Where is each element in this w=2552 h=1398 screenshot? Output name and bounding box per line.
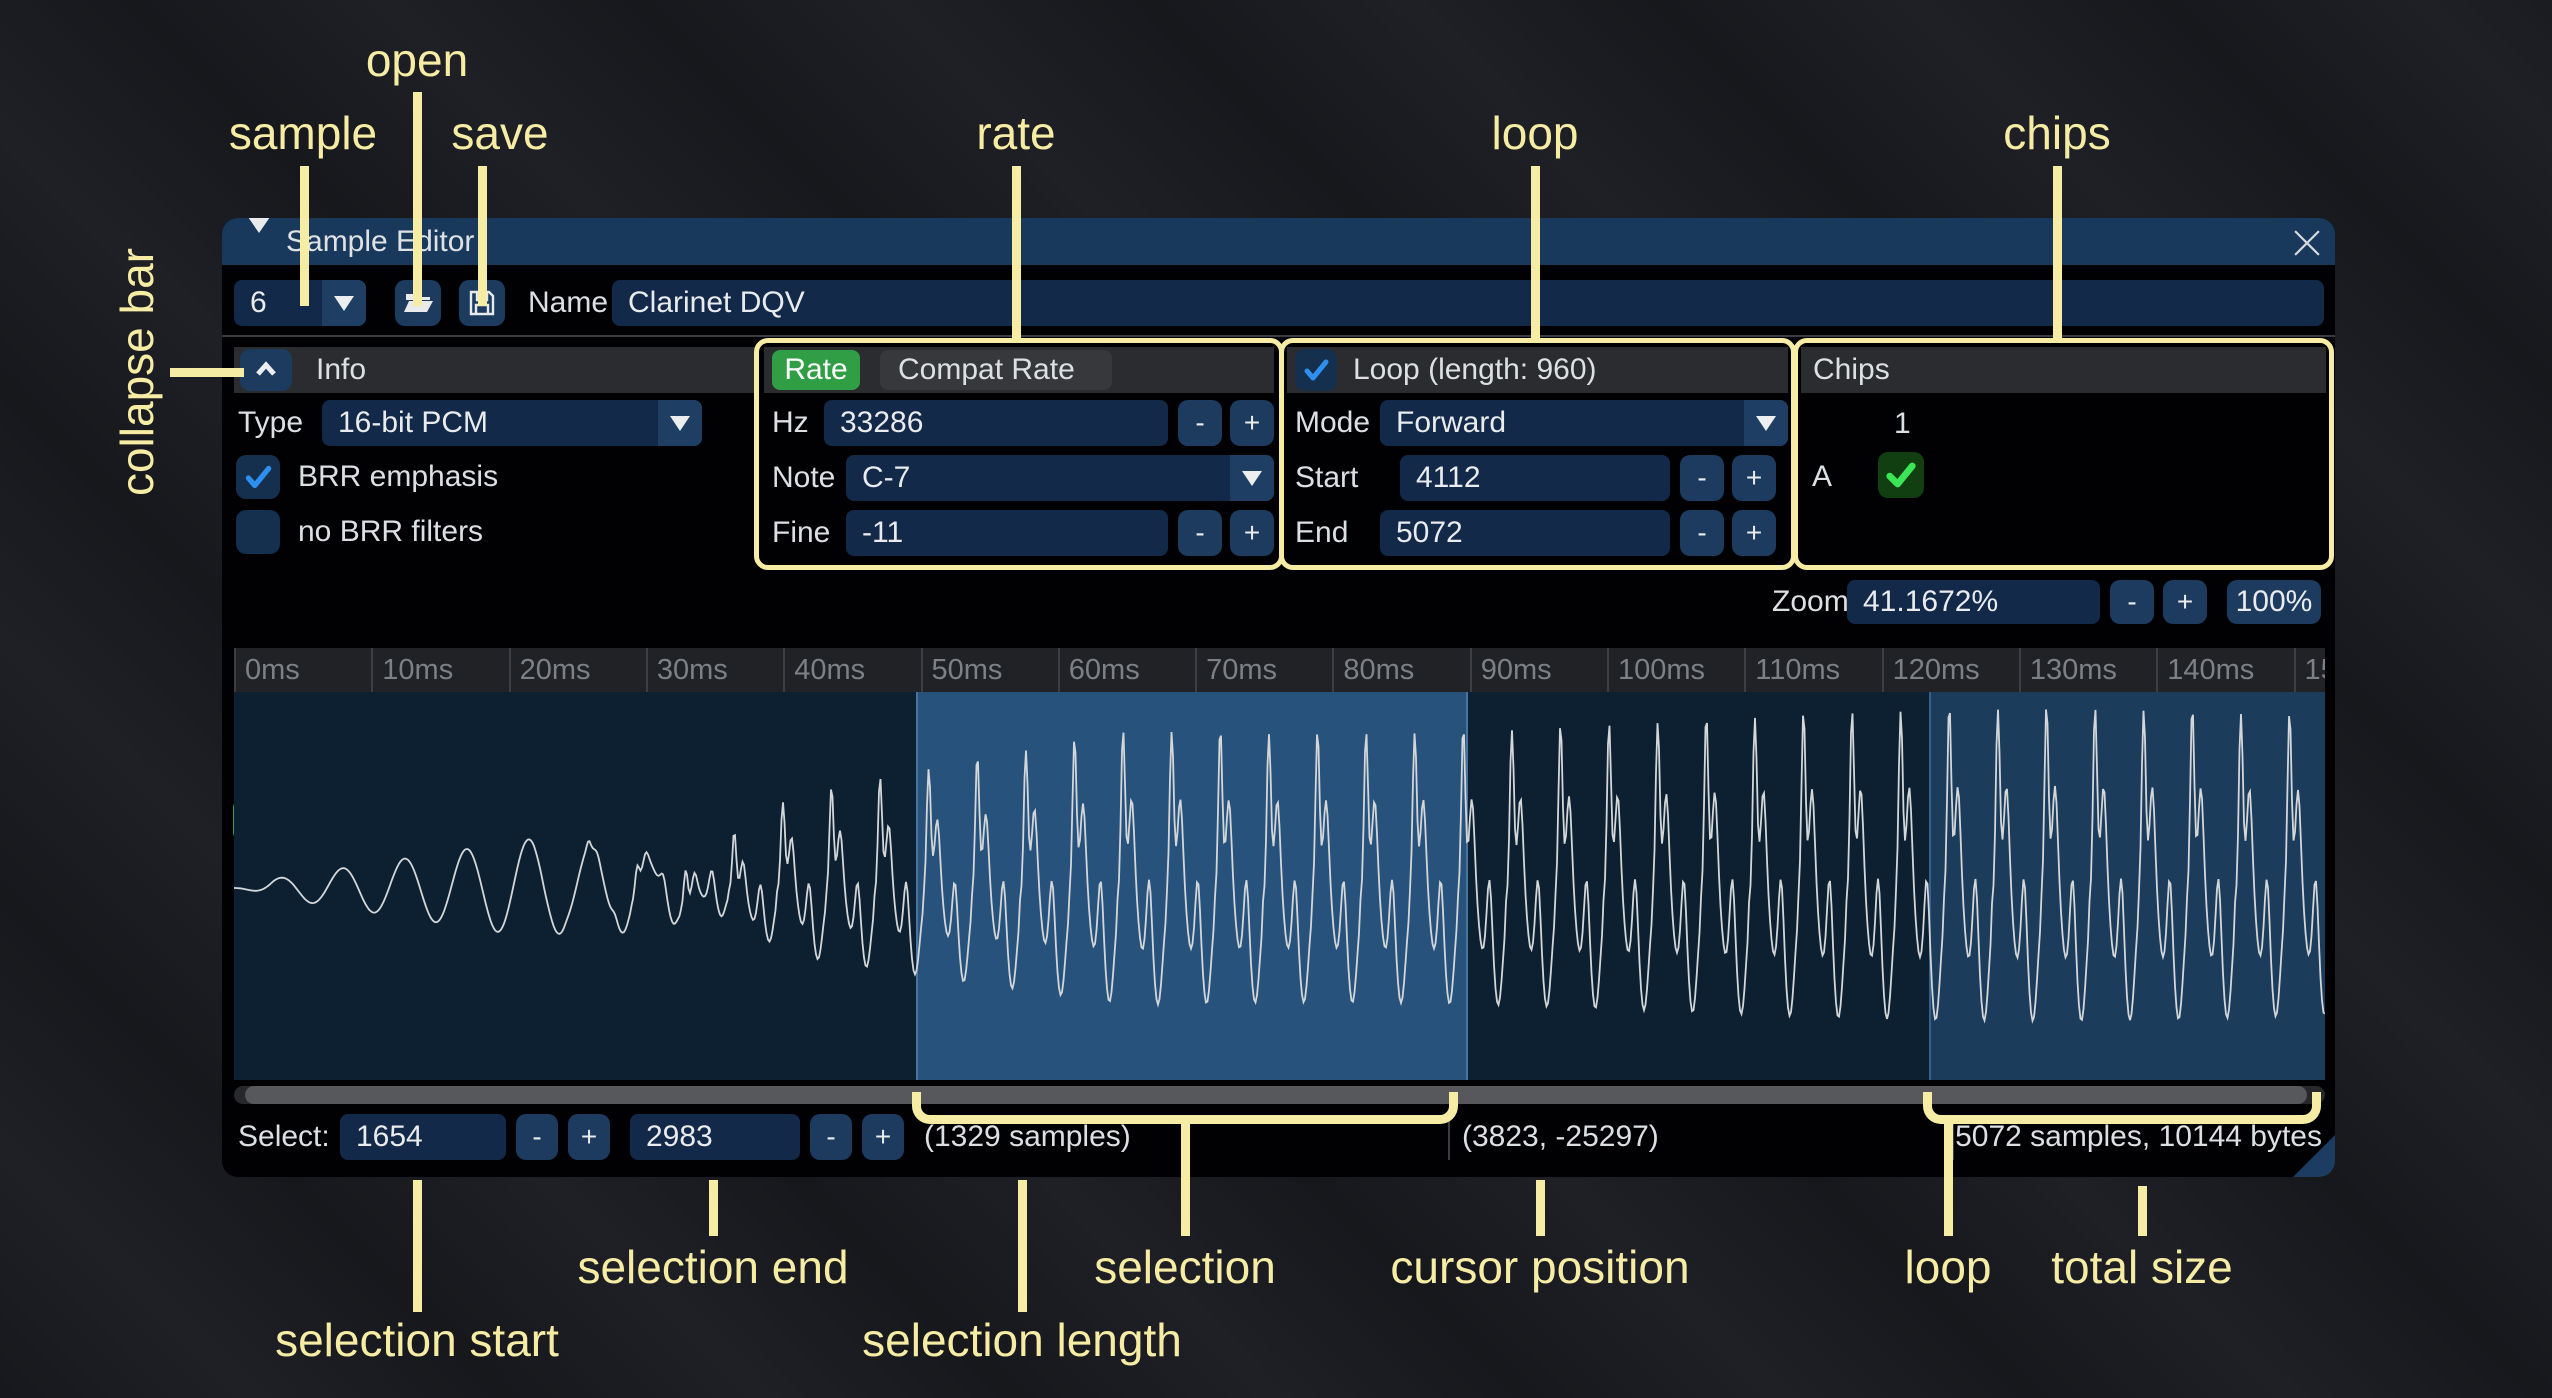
selection-start-input[interactable]: 1654 bbox=[340, 1114, 506, 1160]
ruler-tick: 110ms bbox=[1744, 648, 1840, 692]
annotation-line-rate bbox=[1012, 166, 1021, 342]
select-label: Select: bbox=[238, 1112, 330, 1162]
divider bbox=[1448, 1116, 1450, 1160]
annotation-total-size: total size bbox=[2051, 1240, 2233, 1294]
ruler-tick: 40ms bbox=[783, 648, 865, 692]
collapse-bar-button[interactable] bbox=[240, 349, 292, 391]
annotation-selection-end: selection end bbox=[577, 1240, 848, 1294]
annotation-loop-bottom: loop bbox=[1905, 1240, 1992, 1294]
annotation-line-collapse-bar bbox=[170, 368, 244, 377]
sample-selector-value: 6 bbox=[234, 280, 283, 326]
annotation-line-total-size bbox=[2138, 1186, 2147, 1236]
annotation-open: open bbox=[366, 33, 468, 87]
annotation-collapse-bar: collapse bar bbox=[110, 248, 164, 496]
sample-type-value: 16-bit PCM bbox=[322, 400, 504, 446]
rate-highlight-box bbox=[754, 338, 1284, 570]
annotation-selection-start: selection start bbox=[275, 1313, 559, 1367]
selection-start-minus-button[interactable]: - bbox=[516, 1114, 558, 1160]
zoom-input[interactable]: 41.1672% bbox=[1847, 580, 2100, 624]
info-panel-title: Info bbox=[316, 353, 366, 387]
selection-end-value: 2983 bbox=[646, 1120, 713, 1154]
annotation-line-loop-bottom bbox=[1944, 1122, 1953, 1236]
annotation-cursor-position: cursor position bbox=[1390, 1240, 1689, 1294]
ruler-tick: 0ms bbox=[234, 648, 300, 692]
annotation-sample: sample bbox=[229, 106, 377, 160]
annotation-rate: rate bbox=[976, 106, 1055, 160]
name-input-value: Clarinet DQV bbox=[628, 286, 805, 320]
annotation-line-sample bbox=[300, 166, 309, 306]
chevron-down-icon[interactable] bbox=[322, 280, 366, 326]
window-titlebar[interactable]: Sample Editor bbox=[222, 218, 2335, 265]
cursor-position-text: (3823, -25297) bbox=[1462, 1112, 1659, 1162]
ruler-tick: 30ms bbox=[646, 648, 728, 692]
name-input[interactable]: Clarinet DQV bbox=[612, 280, 2324, 326]
no-brr-filters-label: no BRR filters bbox=[298, 510, 483, 554]
ruler-tick: 150ms bbox=[2294, 648, 2326, 692]
name-label: Name bbox=[528, 280, 608, 326]
selection-end-minus-button[interactable]: - bbox=[810, 1114, 852, 1160]
brr-emphasis-checkbox[interactable] bbox=[236, 455, 280, 499]
divider bbox=[222, 335, 2335, 337]
sample-type-select[interactable]: 16-bit PCM bbox=[322, 400, 702, 446]
window-collapse-icon[interactable] bbox=[248, 233, 270, 251]
chips-highlight-box bbox=[1793, 338, 2334, 570]
chevron-down-icon[interactable] bbox=[658, 400, 702, 446]
selection-end-input[interactable]: 2983 bbox=[630, 1114, 800, 1160]
annotation-line-cursor-position bbox=[1536, 1180, 1545, 1236]
ruler-tick: 20ms bbox=[509, 648, 591, 692]
chevron-up-icon bbox=[250, 354, 282, 386]
annotation-selection: selection bbox=[1094, 1240, 1276, 1294]
annotation-line-save bbox=[478, 166, 487, 306]
waveform-trace bbox=[234, 692, 2325, 1080]
type-label: Type bbox=[238, 400, 303, 446]
page-background: Sample Editor 6 Name Clarinet DQV Info T… bbox=[0, 0, 2552, 1398]
zoom-reset-button[interactable]: 100% bbox=[2227, 580, 2321, 624]
annotation-line-chips bbox=[2053, 166, 2062, 342]
loop-highlight-box bbox=[1279, 338, 1796, 570]
ruler-tick: 10ms bbox=[371, 648, 453, 692]
check-icon bbox=[241, 460, 275, 494]
ruler-tick: 130ms bbox=[2019, 648, 2117, 692]
annotation-bracket-selection bbox=[912, 1092, 1458, 1124]
ruler-tick: 100ms bbox=[1607, 648, 1705, 692]
ruler[interactable]: 0ms 10ms 20ms 30ms 40ms 50ms 60ms 70ms 80ms 90ms 1… bbox=[234, 648, 2325, 692]
info-panel-header: Info bbox=[234, 347, 757, 393]
annotation-save: save bbox=[451, 106, 548, 160]
zoom-in-button[interactable]: + bbox=[2163, 580, 2207, 624]
annotation-line-selection-start bbox=[413, 1180, 422, 1312]
annotation-line-selection-end bbox=[709, 1180, 718, 1236]
ruler-tick: 140ms bbox=[2156, 648, 2254, 692]
annotation-selection-length: selection length bbox=[862, 1313, 1182, 1367]
zoom-label: Zoom bbox=[1772, 580, 1849, 624]
annotation-bracket-loop bbox=[1923, 1092, 2321, 1124]
selection-start-value: 1654 bbox=[356, 1120, 423, 1154]
ruler-tick: 50ms bbox=[921, 648, 1003, 692]
ruler-tick: 120ms bbox=[1882, 648, 1980, 692]
ruler-tick: 80ms bbox=[1332, 648, 1414, 692]
zoom-value: 41.1672% bbox=[1863, 585, 1998, 619]
annotation-line-selection-length bbox=[1018, 1180, 1027, 1312]
close-icon[interactable] bbox=[2294, 230, 2320, 256]
ruler-tick: 60ms bbox=[1058, 648, 1140, 692]
waveform-view[interactable] bbox=[234, 692, 2325, 1080]
annotation-loop-top: loop bbox=[1492, 106, 1579, 160]
annotation-line-loop-top bbox=[1531, 166, 1540, 342]
ruler-tick: 90ms bbox=[1470, 648, 1552, 692]
selection-end-plus-button[interactable]: + bbox=[862, 1114, 904, 1160]
annotation-line-open bbox=[413, 92, 422, 306]
zoom-out-button[interactable]: - bbox=[2110, 580, 2154, 624]
annotation-chips: chips bbox=[2003, 106, 2110, 160]
selection-start-plus-button[interactable]: + bbox=[568, 1114, 610, 1160]
no-brr-filters-checkbox[interactable] bbox=[236, 510, 280, 554]
brr-emphasis-label: BRR emphasis bbox=[298, 455, 498, 499]
annotation-line-selection bbox=[1181, 1122, 1190, 1236]
ruler-tick: 70ms bbox=[1195, 648, 1277, 692]
window-title: Sample Editor bbox=[286, 225, 474, 259]
